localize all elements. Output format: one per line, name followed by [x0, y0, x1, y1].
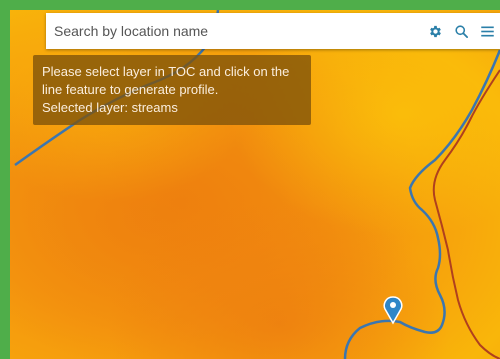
- search-bar: [46, 13, 500, 49]
- search-icon: [454, 24, 468, 38]
- search-button[interactable]: [448, 13, 474, 49]
- profile-info-tooltip: Please select layer in TOC and click on …: [33, 55, 311, 125]
- menu-icon: [480, 26, 494, 36]
- settings-button[interactable]: [422, 13, 448, 49]
- info-line-2: line feature to generate profile.: [42, 82, 219, 97]
- search-input[interactable]: [46, 14, 422, 48]
- gear-icon: [429, 25, 441, 37]
- info-selected-layer: Selected layer: streams: [42, 100, 178, 115]
- info-line-1: Please select layer in TOC and click on …: [42, 64, 290, 79]
- app-frame: Please select layer in TOC and click on …: [0, 0, 500, 359]
- menu-button[interactable]: [474, 13, 500, 49]
